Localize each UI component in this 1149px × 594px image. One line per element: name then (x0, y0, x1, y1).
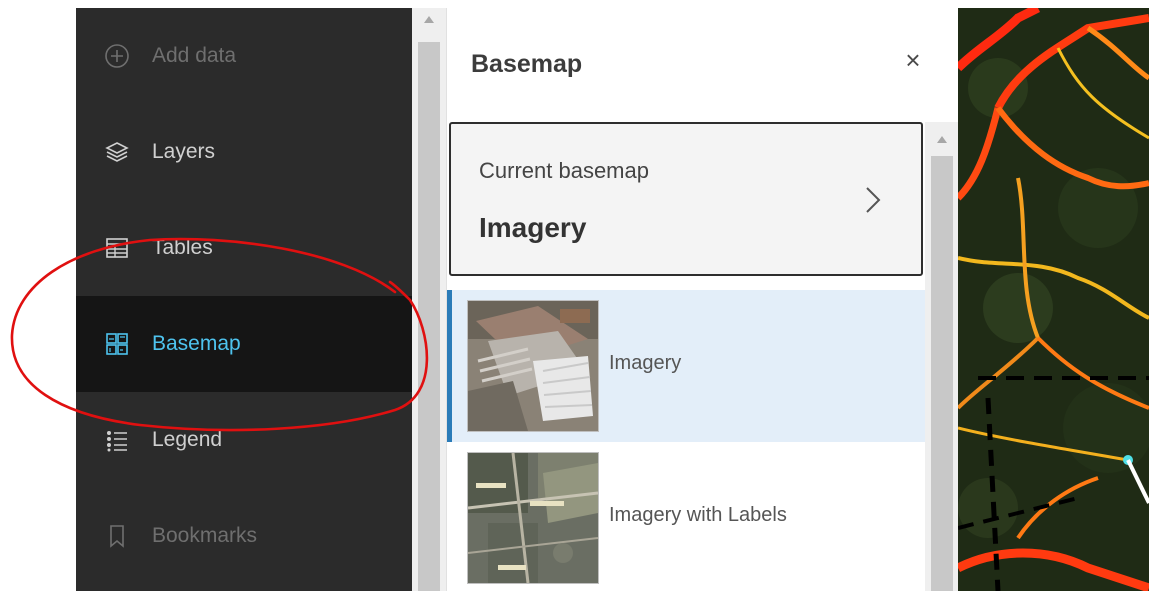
sidebar-item-legend[interactable]: Legend (76, 392, 412, 488)
sidebar-item-label: Bookmarks (152, 524, 258, 547)
action-bar-scrollbar[interactable] (412, 8, 446, 591)
sidebar-item-bookmarks[interactable]: Bookmarks (76, 488, 412, 584)
sidebar-item-label: Basemap (152, 332, 241, 355)
sidebar-item-label: Tables (152, 236, 213, 259)
basemap-list-scrollbar[interactable] (925, 122, 959, 591)
sidebar-item-basemap[interactable]: Basemap (76, 296, 412, 392)
basemap-item-imagery[interactable]: Imagery (447, 290, 925, 442)
basemap-icon (104, 331, 130, 357)
legend-icon (104, 427, 130, 453)
scroll-thumb[interactable] (418, 42, 440, 591)
current-basemap-label: Current basemap (479, 158, 649, 183)
table-icon (104, 235, 130, 261)
sidebar-item-add-data[interactable]: Add data (76, 8, 412, 104)
current-basemap-card[interactable]: Current basemap Imagery (449, 122, 923, 276)
panel-title: Basemap (471, 50, 583, 78)
basemap-item-label: Imagery (609, 352, 682, 374)
bookmark-icon (104, 523, 130, 549)
basemap-item-imagery-with-labels[interactable]: Imagery with Labels (447, 442, 925, 594)
add-circle-icon (104, 43, 130, 69)
current-basemap-value: Imagery (479, 212, 587, 243)
basemap-item-label: Imagery with Labels (609, 504, 787, 526)
sidebar-item-layers[interactable]: Layers (76, 104, 412, 200)
sidebar-item-label: Add data (152, 44, 237, 67)
imagery-with-labels-thumbnail (467, 452, 599, 584)
map-view[interactable] (958, 8, 1149, 591)
sidebar-item-label: Layers (152, 140, 216, 163)
scroll-thumb[interactable] (931, 156, 953, 591)
sidebar-item-label: Legend (152, 428, 223, 451)
close-icon: × (905, 45, 921, 75)
scroll-up-arrow[interactable] (424, 16, 434, 23)
layers-icon (104, 139, 130, 165)
close-button[interactable]: × (899, 46, 927, 74)
action-bar: Add data Layers Tables Basemap Legend Bo… (76, 8, 412, 591)
scroll-up-arrow[interactable] (937, 136, 947, 143)
chevron-right-icon (866, 187, 881, 213)
basemap-panel: Basemap × Current basemap Imagery Imager… (446, 8, 959, 591)
imagery-thumbnail (467, 300, 599, 432)
map-canvas[interactable] (958, 8, 1149, 591)
sidebar-item-tables[interactable]: Tables (76, 200, 412, 296)
